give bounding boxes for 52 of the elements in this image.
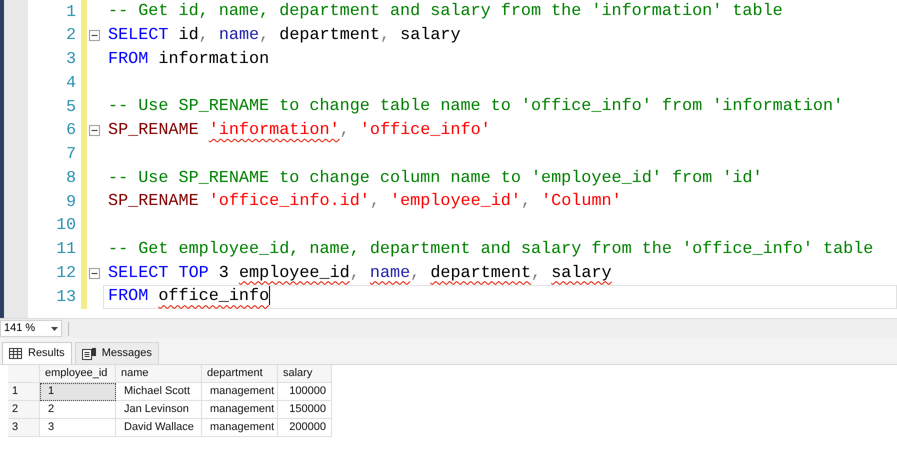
document-icon xyxy=(82,348,96,360)
zoom-level: 141 % xyxy=(4,321,36,336)
table-cell: 200000 xyxy=(278,419,332,437)
caret-icon xyxy=(51,326,58,330)
row-number: 1 xyxy=(8,383,40,401)
line-number: 7 xyxy=(66,143,76,165)
column-header: employee_id xyxy=(40,365,116,383)
code-line: FROM information xyxy=(108,48,270,71)
code-line: SP_RENAME 'office_info.id', 'employee_id', 'Column' xyxy=(108,191,622,214)
code-line: -- Get employee_id, name, department and salary from the 'office_info' table xyxy=(108,238,874,261)
code-line: -- Get id, name, department and salary from the 'information' table xyxy=(108,1,783,24)
code-line: SP_RENAME 'information', 'office_info' xyxy=(108,120,491,142)
line-number: 11 xyxy=(56,238,76,260)
collapse-icon[interactable] xyxy=(89,268,100,279)
table-cell: management xyxy=(202,383,278,401)
line-number: 4 xyxy=(66,72,76,94)
table-cell: 2 xyxy=(40,401,116,419)
table-cell: management xyxy=(202,401,278,419)
column-header: name xyxy=(116,365,202,383)
code-line: -- Use SP_RENAME to change table name to 'office_info' from 'information' xyxy=(108,96,844,118)
line-number: 5 xyxy=(66,96,76,118)
line-number: 6 xyxy=(66,119,76,142)
column-header: department xyxy=(202,365,278,383)
table-cell: Jan Levinson xyxy=(116,401,202,419)
line-number: 3 xyxy=(66,48,76,70)
collapse-icon[interactable] xyxy=(89,30,100,42)
results-tab[interactable]: Messages xyxy=(74,342,159,364)
zoom-dropdown[interactable]: 141 % xyxy=(0,320,62,337)
row-number: 2 xyxy=(8,401,40,419)
line-number: 13 xyxy=(56,286,76,308)
code-line: -- Use SP_RENAME to change column name to 'employee_id' from 'id' xyxy=(108,168,763,190)
line-number: 12 xyxy=(56,262,76,284)
table-cell: 150000 xyxy=(278,401,332,419)
table-cell: 3 xyxy=(40,419,116,437)
line-number: 8 xyxy=(66,166,76,189)
line-number: 10 xyxy=(56,214,76,236)
code-line: FROM office_info xyxy=(108,285,270,308)
table-cell: management xyxy=(202,419,278,437)
table-cell: 1 xyxy=(40,383,116,401)
code-line: SELECT id, name, department, salary xyxy=(108,25,461,48)
line-number: 9 xyxy=(66,190,76,212)
grid-icon xyxy=(9,348,22,359)
table-cell: Michael Scott xyxy=(116,383,202,401)
results-tab[interactable]: Results xyxy=(2,342,72,364)
table-cell: David Wallace xyxy=(116,419,202,437)
line-number: 2 xyxy=(66,24,76,46)
column-header: salary xyxy=(278,365,332,383)
table-cell: 100000 xyxy=(278,383,332,401)
line-number: 1 xyxy=(66,0,76,22)
collapse-icon[interactable] xyxy=(89,125,100,136)
code-line: SELECT TOP 3 employee_id, name, department, salary xyxy=(108,262,612,285)
row-number: 3 xyxy=(8,419,40,437)
